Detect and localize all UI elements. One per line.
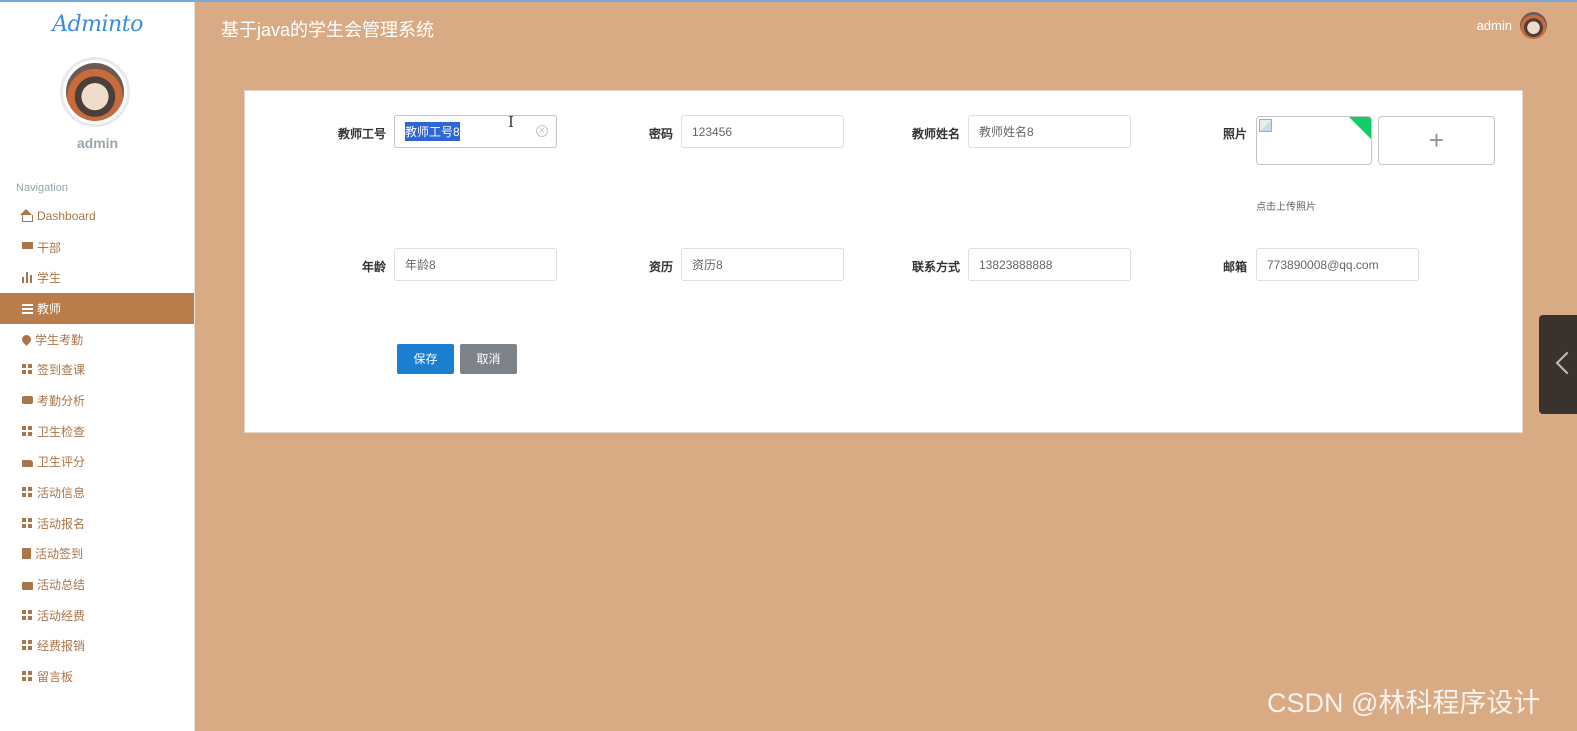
avatar-image [66,63,124,121]
grid-icon [22,517,33,529]
sidebar-item-label: 留言板 [37,670,74,685]
grid-icon [22,671,33,683]
photo-preview[interactable] [1256,116,1372,165]
brand-logo[interactable]: Adminto [0,12,194,37]
age-label: 年龄 [361,260,386,274]
contact-input[interactable]: 13823888888 [968,248,1131,281]
sidebar-item-label: 活动经费 [37,608,86,623]
sidebar-item-activity-funds[interactable]: 活动经费 [0,600,194,631]
sidebar-item-activity-signup[interactable]: 活动报名 [0,508,194,539]
sidebar-item-label: 干部 [37,240,62,255]
contact-value: 13823888888 [979,257,1053,272]
bar-chart-icon [22,272,33,284]
sidebar-item-activity-summary[interactable]: 活动总结 [0,569,194,600]
clipboard-icon [22,548,31,560]
teacher-name-value: 教师姓名8 [979,125,1034,139]
sidebar-username[interactable]: admin [0,135,194,151]
age-value: 年龄8 [405,258,436,272]
nav-section-title: Navigation [16,182,68,194]
list-icon [22,302,33,314]
teacher-id-input[interactable]: 教师工号8 ✕ [394,115,557,148]
sidebar-item-label: 卫生检查 [37,424,86,439]
grid-icon [22,487,33,499]
header-avatar[interactable] [1520,12,1547,39]
watermark: CSDN @林科程序设计 [1267,688,1541,718]
thumb-icon [22,459,33,467]
password-input[interactable]: 123456 [681,115,844,148]
password-label: 密码 [648,127,673,141]
sidebar-item-label: 教师 [37,301,62,316]
text-cursor-icon: I [508,113,514,131]
sidebar-item-student[interactable]: 学生 [0,262,194,293]
qualification-value: 资历8 [692,258,723,272]
pin-icon [20,332,33,346]
sidebar-item-dashboard[interactable]: Dashboard [0,201,194,232]
desktop-icon [22,242,33,250]
broken-image-icon [1259,119,1272,132]
sidebar-item-label: 卫生评分 [37,455,86,470]
sidebar-item-teacher[interactable]: 教师 [0,293,194,324]
sidebar-item-label: 活动签到 [35,547,84,562]
email-label: 邮箱 [1222,260,1247,274]
grid-icon [22,425,33,437]
sidebar-item-label: 经费报销 [37,639,86,654]
save-button[interactable]: 保存 [397,344,454,374]
age-input[interactable]: 年龄8 [394,248,557,281]
sidebar-item-message-board[interactable]: 留言板 [0,661,194,692]
right-drawer-toggle[interactable] [1539,315,1577,414]
teacher-name-input[interactable]: 教师姓名8 [968,115,1131,148]
upload-hint: 点击上传照片 [1256,202,1316,213]
grid-icon [22,364,33,376]
sidebar-nav: Dashboard 干部 学生 教师 学生考勤 签到查课 考勤分析 卫生检查 卫… [0,201,194,692]
sidebar-item-label: 考勤分析 [37,393,86,408]
sidebar-item-hygiene-score[interactable]: 卫生评分 [0,447,194,478]
header-username[interactable]: admin [1477,18,1512,33]
sidebar-avatar[interactable] [60,57,130,127]
plus-icon: + [1428,125,1445,155]
sidebar-item-label: 活动信息 [37,486,86,501]
sidebar-item-cadre[interactable]: 干部 [0,232,194,263]
email-input[interactable]: 773890008@qq.com [1256,248,1419,281]
app-title: 基于java的学生会管理系统 [221,20,435,40]
qualification-label: 资历 [648,260,673,274]
briefcase-icon [22,582,33,591]
ticket-icon [22,396,33,405]
sidebar-item-label: Dashboard [37,209,96,224]
sidebar-item-expense-reimbursement[interactable]: 经费报销 [0,631,194,662]
grid-icon [22,640,33,652]
email-value: 773890008@qq.com [1267,257,1379,272]
sidebar-item-activity-info[interactable]: 活动信息 [0,477,194,508]
teacher-id-value: 教师工号8 [405,122,460,141]
home-icon [20,208,33,222]
photo-upload-button[interactable]: + [1378,116,1495,165]
sidebar-item-label: 学生考勤 [35,332,84,347]
sidebar-item-checkin-class[interactable]: 签到查课 [0,354,194,385]
grid-icon [22,609,33,621]
clear-icon[interactable]: ✕ [536,125,548,137]
success-corner-badge [1348,117,1371,140]
sidebar: Adminto admin Navigation Dashboard 干部 学生… [0,0,195,731]
photo-label: 照片 [1222,127,1247,141]
sidebar-item-label: 签到查课 [37,363,86,378]
teacher-name-label: 教师姓名 [911,127,960,141]
sidebar-item-label: 活动总结 [37,578,86,593]
qualification-input[interactable]: 资历8 [681,248,844,281]
password-value: 123456 [692,124,733,139]
sidebar-item-label: 学生 [37,271,62,286]
teacher-id-label: 教师工号 [337,127,386,141]
top-accent-line [0,0,1577,2]
sidebar-item-student-attendance[interactable]: 学生考勤 [0,324,194,355]
contact-label: 联系方式 [911,260,960,274]
sidebar-item-hygiene-check[interactable]: 卫生检查 [0,416,194,447]
sidebar-item-activity-checkin[interactable]: 活动签到 [0,539,194,570]
sidebar-item-attendance-analysis[interactable]: 考勤分析 [0,385,194,416]
sidebar-item-label: 活动报名 [37,516,86,531]
cancel-button[interactable]: 取消 [460,344,517,374]
